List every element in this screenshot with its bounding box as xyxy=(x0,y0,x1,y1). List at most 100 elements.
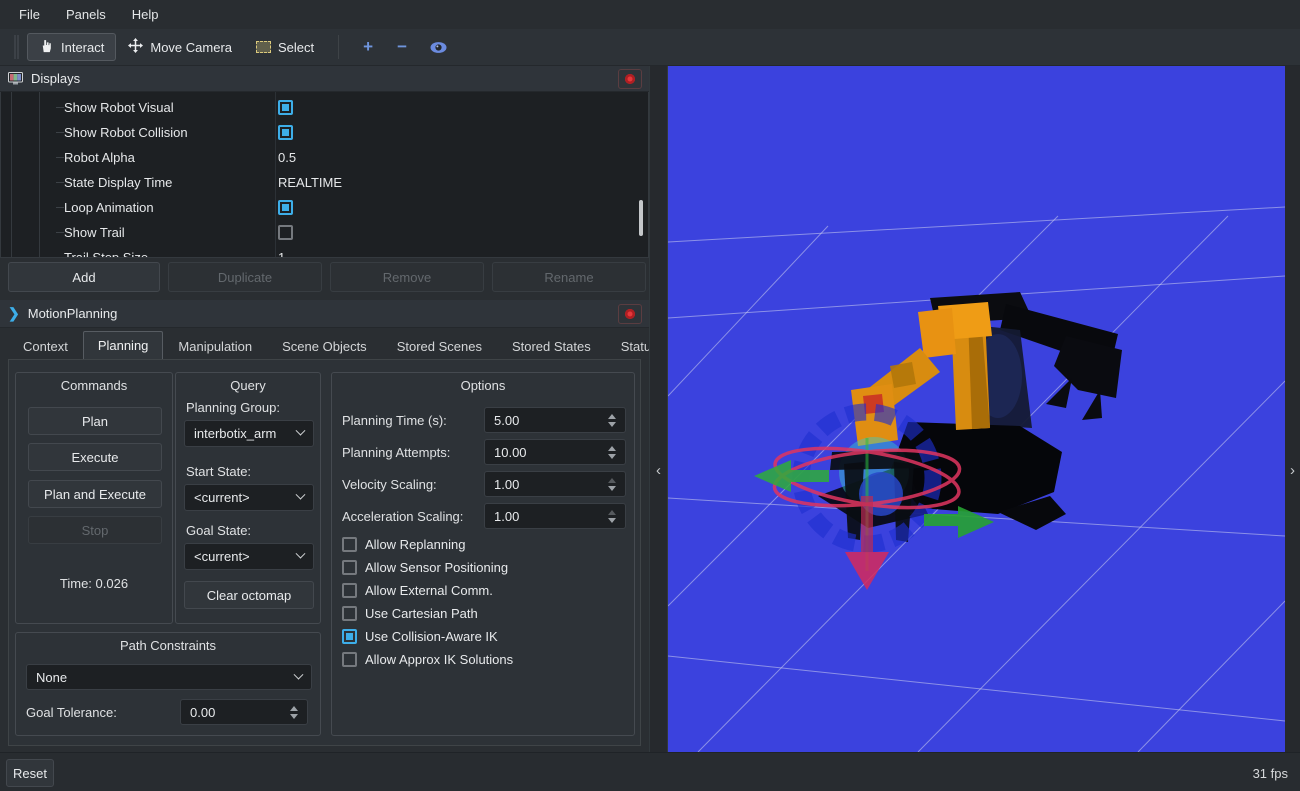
interact-tool-button[interactable]: Interact xyxy=(27,33,116,61)
motionplanning-panel-close-button[interactable] xyxy=(618,304,642,324)
zoom-in-button[interactable]: + xyxy=(351,37,385,57)
options-title: Options xyxy=(332,378,634,393)
clear-octomap-button[interactable]: Clear octomap xyxy=(184,581,314,609)
zoom-out-button[interactable]: − xyxy=(385,37,419,57)
remove-display-button[interactable]: Remove xyxy=(330,262,484,292)
menu-file[interactable]: File xyxy=(6,0,53,29)
tab-scene-objects[interactable]: Scene Objects xyxy=(267,333,382,359)
interact-hand-icon xyxy=(39,38,54,56)
tab-context[interactable]: Context xyxy=(8,333,83,359)
tree-branch-tick xyxy=(56,107,64,108)
chevron-down-icon xyxy=(296,490,306,500)
tree-row-loop-animation[interactable]: Loop Animation xyxy=(1,195,648,220)
displays-panel-title: Displays xyxy=(31,71,80,86)
planning-attempts-spinbox[interactable]: 10.00 xyxy=(484,439,626,465)
allow-sensor-positioning-checkbox[interactable] xyxy=(342,560,357,575)
state-display-time-value[interactable]: REALTIME xyxy=(278,175,342,190)
collapse-left-chevron-icon[interactable]: ‹ xyxy=(650,462,667,479)
displays-panel-icon xyxy=(8,72,23,85)
rename-display-button[interactable]: Rename xyxy=(492,262,646,292)
allow-sensor-positioning-row[interactable]: Allow Sensor Positioning xyxy=(342,560,508,575)
planning-group-dropdown[interactable]: interbotix_arm xyxy=(184,420,314,447)
menu-help[interactable]: Help xyxy=(119,0,172,29)
show-robot-collision-checkbox[interactable] xyxy=(278,125,293,140)
query-groupbox: Query Planning Group: interbotix_arm Sta… xyxy=(175,372,321,624)
tree-row-state-display-time[interactable]: State Display Time REALTIME xyxy=(1,170,648,195)
tab-stored-scenes[interactable]: Stored Scenes xyxy=(382,333,497,359)
allow-approx-ik-checkbox[interactable] xyxy=(342,652,357,667)
checkbox-label: Allow Sensor Positioning xyxy=(365,560,508,575)
use-collision-aware-ik-row[interactable]: Use Collision-Aware IK xyxy=(342,629,498,644)
menu-panels[interactable]: Panels xyxy=(53,0,119,29)
tab-planning[interactable]: Planning xyxy=(83,331,164,359)
plan-and-execute-button[interactable]: Plan and Execute xyxy=(28,480,162,508)
tree-branch-tick xyxy=(56,132,64,133)
displays-panel-titlebar[interactable]: Displays xyxy=(0,66,649,92)
viewport-3d[interactable] xyxy=(668,66,1285,752)
show-trail-checkbox[interactable] xyxy=(278,225,293,240)
acceleration-scaling-spinbox[interactable]: 1.00 xyxy=(484,503,626,529)
robot-alpha-value[interactable]: 0.5 xyxy=(278,150,296,165)
trail-step-size-value[interactable]: 1 xyxy=(278,250,285,257)
select-marquee-icon xyxy=(256,41,271,53)
tree-row-label: State Display Time xyxy=(64,175,172,190)
loop-animation-checkbox[interactable] xyxy=(278,200,293,215)
tab-stored-states[interactable]: Stored States xyxy=(497,333,606,359)
tree-row-trail-step-size-partial[interactable]: Trail Step Size 1 xyxy=(1,245,648,257)
velocity-scaling-spinbox[interactable]: 1.00 xyxy=(484,471,626,497)
planning-time-spinbox[interactable]: 5.00 xyxy=(484,407,626,433)
left-splitter[interactable]: ‹ xyxy=(649,66,668,752)
visibility-eye-button[interactable] xyxy=(419,41,458,54)
reset-button[interactable]: Reset xyxy=(6,759,54,787)
start-state-dropdown[interactable]: <current> xyxy=(184,484,314,511)
tree-scrollbar-thumb[interactable] xyxy=(639,200,643,236)
allow-external-comm-row[interactable]: Allow External Comm. xyxy=(342,583,493,598)
goal-tolerance-spinbox[interactable]: 0.00 xyxy=(180,699,308,725)
tree-branch-tick xyxy=(56,207,64,208)
checkbox-label: Allow Replanning xyxy=(365,537,465,552)
translate-arrow-left xyxy=(754,460,829,492)
tree-row-show-robot-collision[interactable]: Show Robot Collision xyxy=(1,120,648,145)
path-constraints-dropdown[interactable]: None xyxy=(26,664,312,690)
use-cartesian-path-row[interactable]: Use Cartesian Path xyxy=(342,606,478,621)
execute-button[interactable]: Execute xyxy=(28,443,162,471)
tree-row-label: Robot Alpha xyxy=(64,150,135,165)
chevron-down-icon xyxy=(296,426,306,436)
tree-row-robot-alpha[interactable]: Robot Alpha 0.5 xyxy=(1,145,648,170)
toolbar-drag-handle[interactable] xyxy=(14,35,19,59)
chevron-down-icon xyxy=(296,549,306,559)
stop-button[interactable]: Stop xyxy=(28,516,162,544)
allow-replanning-checkbox[interactable] xyxy=(342,537,357,552)
collapse-right-chevron-icon[interactable]: › xyxy=(1285,462,1300,479)
motionplanning-tab-bar: Context Planning Manipulation Scene Obje… xyxy=(8,331,673,359)
use-collision-aware-ik-checkbox[interactable] xyxy=(342,629,357,644)
displays-panel-close-button[interactable] xyxy=(618,69,642,89)
right-splitter[interactable]: › xyxy=(1285,66,1300,752)
allow-approx-ik-row[interactable]: Allow Approx IK Solutions xyxy=(342,652,513,667)
toolbar: Interact Move Camera Select + − xyxy=(0,29,1300,66)
tree-row-label: Trail Step Size xyxy=(64,250,148,257)
allow-external-comm-checkbox[interactable] xyxy=(342,583,357,598)
path-constraints-title: Path Constraints xyxy=(16,638,320,653)
duplicate-display-button[interactable]: Duplicate xyxy=(168,262,322,292)
allow-replanning-row[interactable]: Allow Replanning xyxy=(342,537,465,552)
velocity-scaling-label: Velocity Scaling: xyxy=(342,477,437,492)
query-title: Query xyxy=(176,378,320,393)
motionplanning-panel-titlebar[interactable]: ❯ MotionPlanning xyxy=(0,300,649,328)
tree-row-show-robot-visual[interactable]: Show Robot Visual xyxy=(1,95,648,120)
add-display-button[interactable]: Add xyxy=(8,262,160,292)
toolbar-separator xyxy=(338,35,339,59)
displays-property-tree[interactable]: Show Robot Visual Show Robot Collision R… xyxy=(0,92,649,258)
tab-manipulation[interactable]: Manipulation xyxy=(163,333,267,359)
tree-branch-tick xyxy=(56,232,64,233)
show-robot-visual-checkbox[interactable] xyxy=(278,100,293,115)
path-constraints-groupbox: Path Constraints None Goal Tolerance: 0.… xyxy=(15,632,321,736)
move-camera-tool-button[interactable]: Move Camera xyxy=(116,33,244,61)
tree-row-label: Show Trail xyxy=(64,225,125,240)
rviz-window: File Panels Help Interact Move Camera Se… xyxy=(0,0,1300,791)
plan-button[interactable]: Plan xyxy=(28,407,162,435)
use-cartesian-path-checkbox[interactable] xyxy=(342,606,357,621)
tree-row-show-trail[interactable]: Show Trail xyxy=(1,220,648,245)
select-tool-button[interactable]: Select xyxy=(244,35,326,60)
goal-state-dropdown[interactable]: <current> xyxy=(184,543,314,570)
